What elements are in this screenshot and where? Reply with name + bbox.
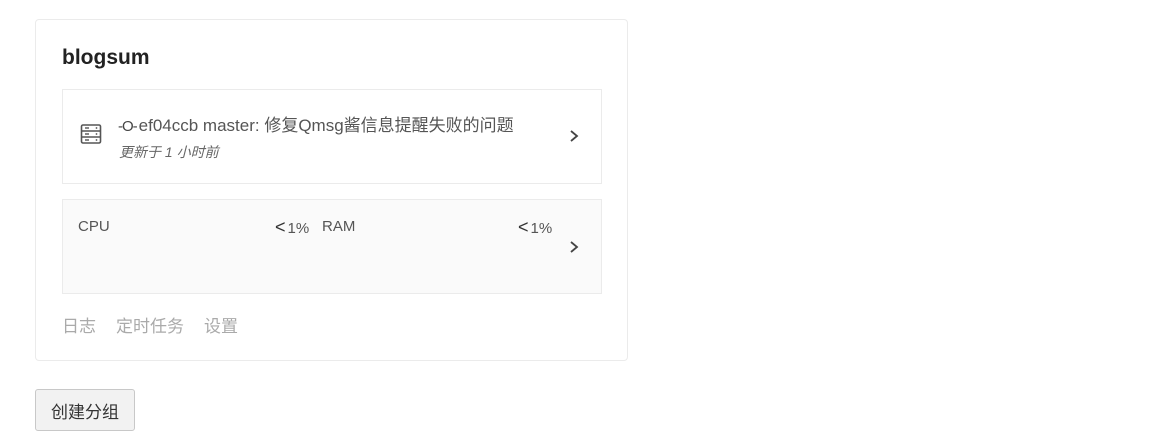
commit-message: ef04ccb master: 修复Qmsg酱信息提醒失败的问题 (138, 116, 514, 135)
cpu-percent: 1% (287, 220, 310, 237)
metrics-panel[interactable]: CPU <1% RAM <1% (62, 199, 602, 294)
chevron-right-icon[interactable] (567, 240, 581, 254)
ram-label: RAM (322, 218, 356, 235)
cpu-value: <1% (275, 217, 309, 238)
ram-percent: 1% (530, 220, 553, 237)
ram-prefix: < (518, 217, 529, 237)
card-links: 日志 定时任务 设置 (62, 312, 238, 337)
server-icon (80, 124, 102, 144)
cron-jobs-link[interactable]: 定时任务 (116, 312, 184, 337)
settings-link[interactable]: 设置 (204, 312, 238, 337)
ram-value: <1% (518, 217, 552, 238)
updated-time: 更新于 1 小时前 (119, 144, 219, 160)
cpu-label: CPU (78, 218, 110, 235)
logs-link[interactable]: 日志 (62, 312, 96, 337)
app-name: blogsum (62, 46, 150, 69)
chevron-right-icon[interactable] (567, 129, 581, 143)
app-card: blogsum -O-ef04ccb master: 修复Qmsg酱信息提醒失败… (35, 19, 628, 361)
create-group-button[interactable]: 创建分组 (35, 389, 135, 431)
commit-line: -O-ef04ccb master: 修复Qmsg酱信息提醒失败的问题 (118, 111, 514, 136)
deploy-panel[interactable]: -O-ef04ccb master: 修复Qmsg酱信息提醒失败的问题 更新于 … (62, 89, 602, 184)
cpu-prefix: < (275, 217, 286, 237)
commit-icon: -O- (118, 118, 138, 135)
